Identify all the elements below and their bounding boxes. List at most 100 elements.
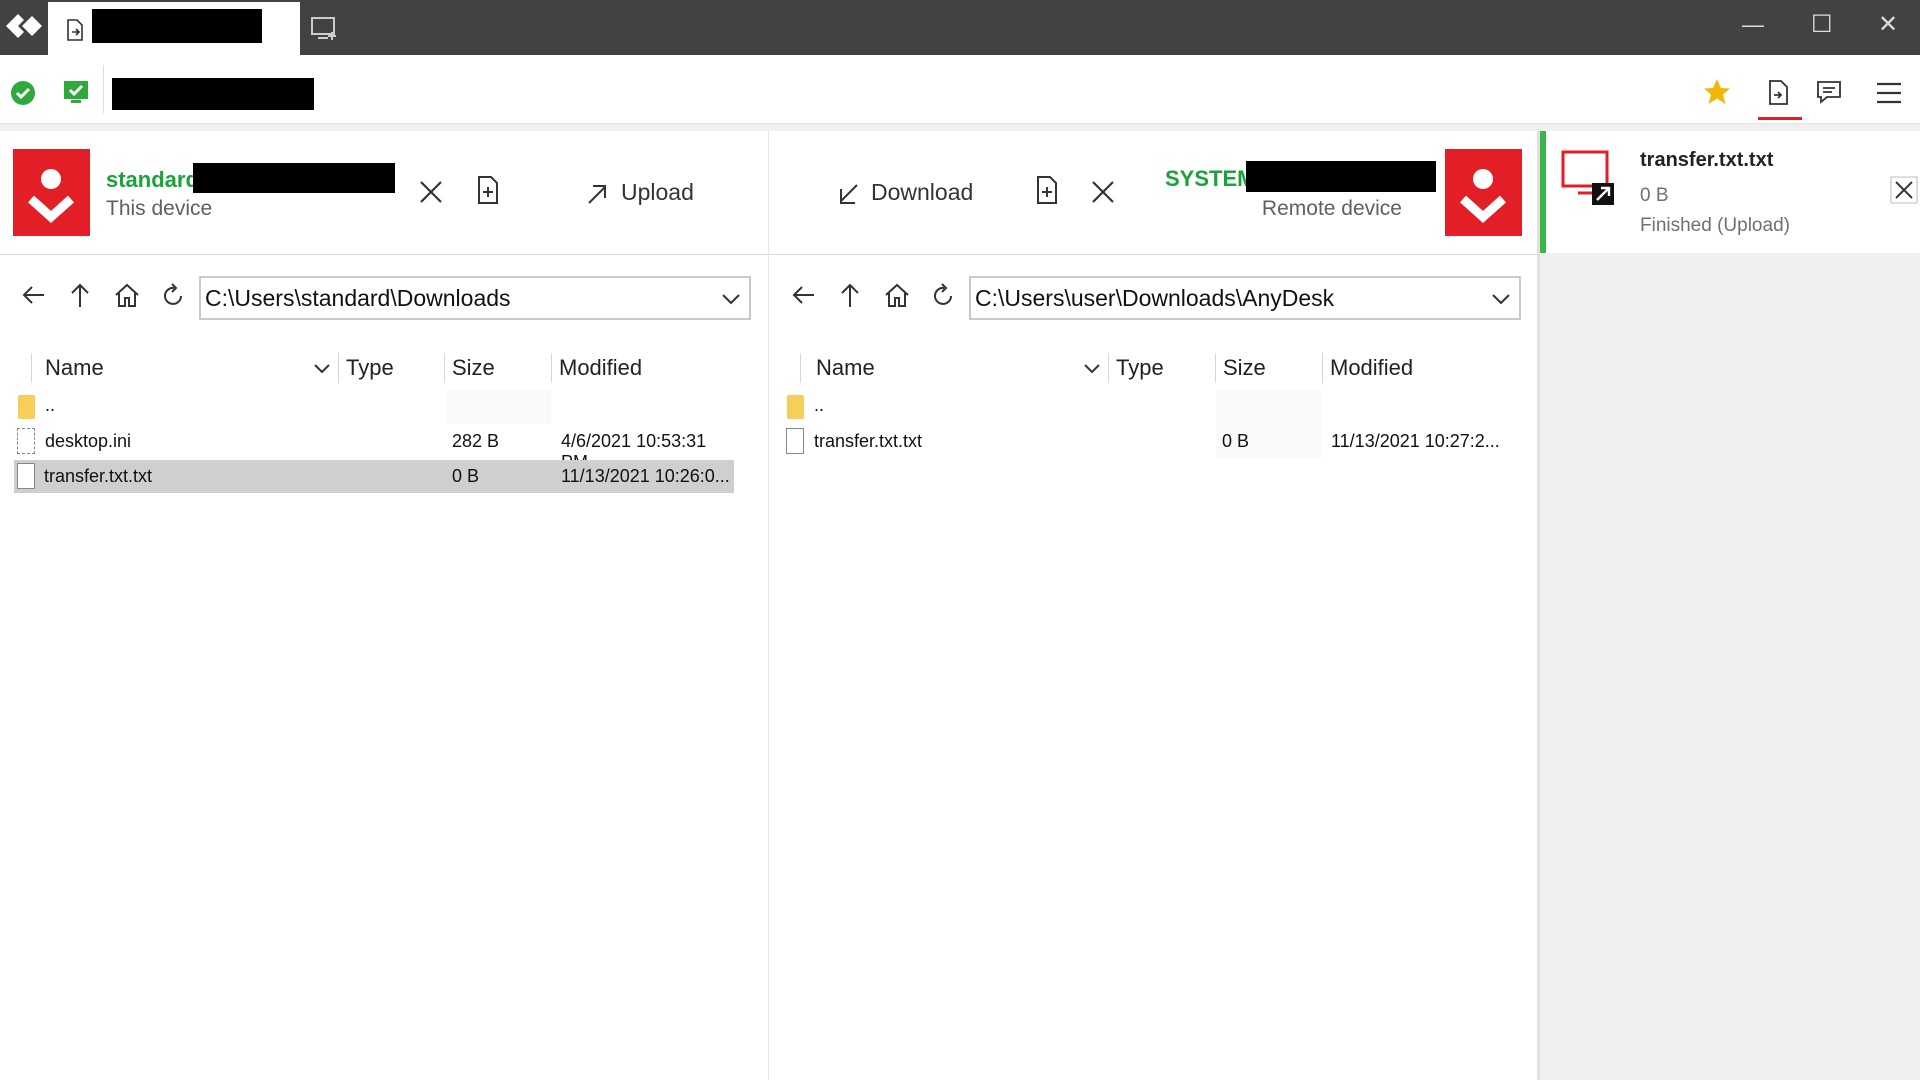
up-arrow-icon[interactable] (838, 282, 862, 308)
home-icon[interactable] (884, 282, 910, 308)
settings-file-icon (17, 428, 35, 454)
remote-column-headers: Name Type Size Modified (769, 345, 1537, 390)
address-bar (0, 55, 1920, 124)
row-size: 0 B (452, 466, 480, 486)
remote-id-redacted (1246, 161, 1436, 192)
divider (800, 353, 801, 383)
local-id-redacted (193, 163, 395, 193)
maximize-button[interactable]: ☐ (1811, 10, 1833, 39)
folder-icon (787, 395, 804, 419)
upload-label: Upload (621, 179, 694, 205)
column-name[interactable]: Name (45, 355, 104, 381)
local-avatar (13, 149, 90, 236)
new-folder-icon[interactable] (476, 175, 500, 205)
tab-file-transfer[interactable] (48, 2, 300, 55)
row-size: 0 B (1222, 431, 1250, 451)
divider (1108, 353, 1109, 383)
row-modified: 11/13/2021 10:26:0... (561, 466, 730, 486)
local-path-text: C:\Users\standard\Downloads (205, 285, 511, 311)
new-session-tab-icon[interactable] (310, 16, 338, 42)
up-arrow-icon[interactable] (68, 282, 92, 308)
local-file-panel: C:\Users\standard\Downloads Name Type Si… (0, 255, 768, 1080)
tab-title-redacted (92, 9, 262, 43)
download-label: Download (871, 179, 974, 205)
row-name: .. (45, 395, 56, 415)
column-size[interactable]: Size (1223, 355, 1266, 381)
text-file-icon (786, 428, 804, 454)
table-row[interactable]: .. (14, 390, 734, 424)
local-device-header: standard This device Upload (0, 131, 768, 255)
address-redacted[interactable] (112, 78, 314, 110)
local-path-input[interactable]: C:\Users\standard\Downloads (199, 276, 751, 320)
row-size: 282 B (452, 431, 500, 451)
transfer-size: 0 B (1640, 185, 1669, 206)
active-indicator (1758, 117, 1802, 120)
table-row[interactable]: transfer.txt.txt 0 B 11/13/2021 10:27:2.… (783, 424, 1503, 458)
divider (31, 353, 32, 383)
divider (1322, 353, 1323, 383)
close-window-button[interactable]: ✕ (1878, 10, 1898, 39)
chat-icon[interactable] (1815, 79, 1843, 105)
minimize-button[interactable]: — (1742, 12, 1764, 38)
menu-icon[interactable] (1875, 81, 1903, 105)
row-name: transfer.txt.txt (44, 466, 153, 486)
local-device-label: This device (106, 197, 213, 220)
file-transfer-toolbar-icon[interactable] (1766, 79, 1792, 107)
remote-user-name: SYSTEM (1165, 166, 1256, 191)
row-name: desktop.ini (45, 431, 132, 451)
download-arrow-icon (840, 184, 858, 204)
remote-device-label: Remote device (1261, 197, 1402, 220)
back-arrow-icon[interactable] (792, 283, 816, 307)
chevron-down-icon[interactable] (721, 292, 741, 306)
table-row[interactable]: .. (783, 390, 1503, 424)
text-file-icon (17, 463, 35, 489)
panel-divider (1537, 131, 1540, 1080)
close-icon[interactable] (418, 179, 444, 205)
column-modified[interactable]: Modified (1330, 355, 1413, 381)
remote-path-text: C:\Users\user\Downloads\AnyDesk (975, 285, 1335, 311)
column-size[interactable]: Size (452, 355, 495, 381)
folder-icon (18, 395, 35, 419)
divider (551, 353, 552, 383)
row-name: .. (814, 395, 825, 415)
row-modified: 11/13/2021 10:27:2... (1331, 431, 1500, 451)
local-user-name: standard (106, 167, 199, 192)
divider (1215, 353, 1216, 383)
transfer-item[interactable]: transfer.txt.txt 0 B Finished (Upload) (1540, 131, 1920, 253)
local-column-headers: Name Type Size Modified (0, 345, 768, 390)
remote-new-folder-icon[interactable] (1035, 175, 1059, 205)
back-arrow-icon[interactable] (22, 283, 46, 307)
home-icon[interactable] (114, 282, 140, 308)
column-name[interactable]: Name (816, 355, 875, 381)
divider (103, 65, 104, 113)
title-bar: — ☐ ✕ (0, 0, 1920, 55)
refresh-icon[interactable] (161, 282, 185, 308)
column-modified[interactable]: Modified (559, 355, 642, 381)
remote-avatar (1445, 149, 1522, 236)
transfer-filename: transfer.txt.txt (1640, 149, 1774, 171)
column-type[interactable]: Type (346, 355, 394, 381)
row-name: transfer.txt.txt (814, 431, 923, 451)
remote-path-input[interactable]: C:\Users\user\Downloads\AnyDesk (969, 276, 1521, 320)
file-transfer-icon (66, 18, 84, 42)
transfer-status: Finished (Upload) (1640, 215, 1790, 236)
table-row-selected[interactable]: transfer.txt.txt 0 B 11/13/2021 10:26:0.… (14, 460, 734, 493)
upload-arrow-icon (588, 185, 606, 204)
transfer-sidebar (1540, 131, 1920, 1080)
chevron-down-icon[interactable] (1491, 292, 1511, 306)
remote-device-header: Download SYSTEM Remote device (769, 131, 1537, 255)
shield-check-icon (62, 79, 90, 105)
column-type[interactable]: Type (1116, 355, 1164, 381)
remote-close-icon[interactable] (1090, 179, 1116, 205)
remote-file-panel: C:\Users\user\Downloads\AnyDesk Name Typ… (769, 255, 1537, 1080)
favorite-star-icon[interactable] (1702, 77, 1732, 107)
anydesk-logo-icon[interactable] (4, 8, 44, 44)
divider (444, 353, 445, 383)
refresh-icon[interactable] (931, 282, 955, 308)
sort-chevron-icon[interactable] (313, 363, 331, 375)
table-row[interactable]: desktop.ini 282 B 4/6/2021 10:53:31 PM (14, 424, 734, 472)
connection-ok-icon (10, 80, 36, 106)
sort-chevron-icon[interactable] (1083, 363, 1101, 375)
upload-monitor-icon (1560, 149, 1616, 211)
dismiss-transfer-icon[interactable] (1890, 176, 1918, 204)
